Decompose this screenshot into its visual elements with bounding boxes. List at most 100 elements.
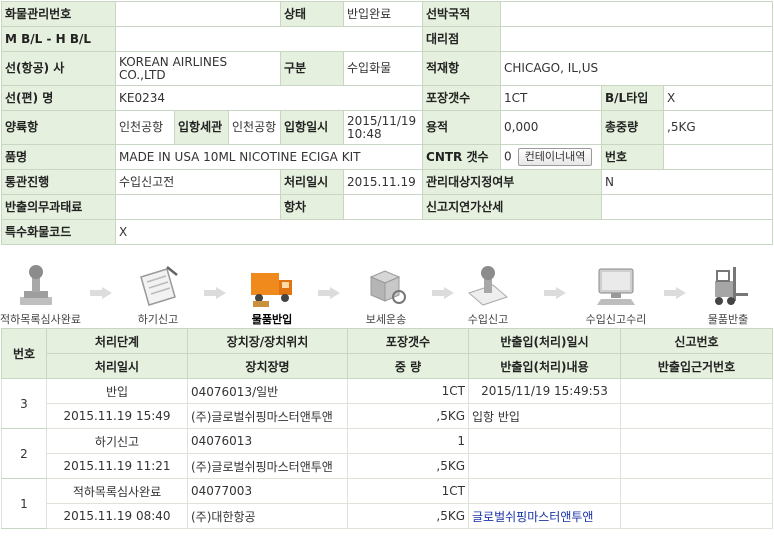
table-row: 2015.11.19 11:21 (주)글로벌쉬핑마스터앤투앤 ,5KG <box>2 453 773 479</box>
truck-icon <box>247 263 297 309</box>
arrow-right-icon <box>432 287 454 299</box>
io-content-link[interactable]: 글로벌쉬핑마스터앤투앤 <box>472 510 593 524</box>
label-export-duty-fine: 반출의무과태료 <box>1 194 116 220</box>
header-pkg: 포장갯수 <box>347 328 469 354</box>
row-pkg: 1 <box>347 428 469 454</box>
table-row: 1 적하목록심사완료 04077003 1CT <box>1 478 773 529</box>
label-special-cargo-code: 특수화물코드 <box>1 219 116 245</box>
label-package-count: 포장갯수 <box>422 85 502 111</box>
row-io-content <box>468 453 621 479</box>
header-io-content: 반출입(처리)내용 <box>468 353 621 379</box>
row-weight: ,5KG <box>347 453 469 479</box>
label-cargo-mgmt-no: 화물관리번호 <box>1 1 116 27</box>
step-import-report: 수입신고 <box>452 263 524 327</box>
arrow-right-icon <box>318 287 340 299</box>
label-agency: 대리점 <box>422 26 502 52</box>
value-mbl-hbl <box>114 26 424 52</box>
step-manifest-review: 적하목록심사완료 <box>0 263 81 327</box>
value-carrier: KOREAN AIRLINES CO.,LTD <box>114 51 282 86</box>
value-clearance-progress: 수입신고전 <box>114 169 282 195</box>
label-total-weight: 총중량 <box>601 110 665 145</box>
row-place-name: (주)글로벌쉬핑마스터앤투앤 <box>187 403 348 429</box>
stamp-icon <box>463 263 513 309</box>
value-item-name: MADE IN USA 10ML NICOTINE ECIGA KIT <box>114 144 424 170</box>
header-process-datetime: 처리일시 <box>46 353 188 379</box>
boxes-icon <box>361 263 411 309</box>
row-no: 1 <box>1 478 47 529</box>
row-no: 2 <box>1 428 47 479</box>
label-process-datetime: 처리일시 <box>280 169 345 195</box>
value-number <box>663 144 774 170</box>
header-place-name: 장치장명 <box>187 353 348 379</box>
label-number: 번호 <box>601 144 665 170</box>
value-special-cargo-code: X <box>114 219 774 245</box>
row-report-no <box>620 478 773 504</box>
row-pkg: 1CT <box>347 378 469 404</box>
value-cargo-mgmt-no <box>114 1 282 27</box>
value-voyage <box>343 194 424 220</box>
arrow-right-icon <box>204 287 226 299</box>
label-entry-customs: 입항세관 <box>174 110 229 145</box>
header-io-datetime: 반출입(처리)일시 <box>468 328 621 354</box>
row-basis-no <box>620 403 773 429</box>
step-bonded-transport: 보세운송 <box>350 263 422 327</box>
row-step: 하기신고 <box>46 428 188 454</box>
label-entry-datetime: 입항일시 <box>280 110 345 145</box>
label-category: 구분 <box>280 51 345 86</box>
arrow-right-icon <box>90 287 112 299</box>
container-details-button[interactable]: 컨테이너내역 <box>517 148 593 166</box>
step-label: 물품반출 <box>707 313 749 326</box>
header-weight: 중 량 <box>347 353 469 379</box>
arrow-right-icon <box>664 287 686 299</box>
row-process-datetime: 2015.11.19 08:40 <box>46 503 188 529</box>
value-volume: 0,000 <box>500 110 603 145</box>
row-io-datetime <box>468 428 621 454</box>
row-place: 04076013/일반 <box>187 378 348 404</box>
step-label: 보세운송 <box>365 313 407 326</box>
value-managed-target: N <box>601 169 774 195</box>
label-late-report-penalty: 신고지연가산세 <box>422 194 603 220</box>
step-label: 하기신고 <box>137 313 179 326</box>
processing-history-table: 번호 처리단계 장치장/장치위치 포장갯수 반출입(처리)일시 신고번호 처리일… <box>1 328 773 529</box>
row-io-content: 입항 반입 <box>468 403 621 429</box>
value-agency <box>500 26 774 52</box>
step-label: 적하목록심사완료 <box>0 313 81 326</box>
table-row: 2 하기신고 04076013 1 <box>1 428 773 479</box>
label-status: 상태 <box>280 1 345 27</box>
step-unloading-report: 하기신고 <box>122 263 194 327</box>
step-label: 수입신고수리 <box>585 313 647 326</box>
process-steps: 적하목록심사완료 하기신고 물품반입 보세운송 수입신고 수입신고수리 물품반출 <box>0 263 774 327</box>
row-weight: ,5KG <box>347 503 469 529</box>
value-total-weight: ,5KG <box>663 110 774 145</box>
value-entry-datetime: 2015/11/19 10:48 <box>343 110 424 145</box>
value-entry-customs: 인천공항 <box>227 110 282 145</box>
stamp-icon <box>11 263 61 309</box>
value-unloading-port: 인천공항 <box>115 110 175 145</box>
value-package-count: 1CT <box>500 85 603 111</box>
row-place-name: (주)대한항공 <box>187 503 348 529</box>
forklift-icon <box>703 263 753 309</box>
step-goods-arrival: 물품반입 <box>236 263 308 327</box>
step-label: 물품반입 <box>251 313 293 326</box>
value-status: 반입완료 <box>343 1 424 27</box>
table-row: 2015.11.19 15:49 (주)글로벌쉬핑마스터앤투앤 ,5KG 입항 … <box>2 403 773 429</box>
step-import-acceptance: 수입신고수리 <box>576 263 656 327</box>
computer-icon <box>591 263 641 309</box>
value-ship-nationality <box>500 1 774 27</box>
step-goods-release: 물품반출 <box>692 263 764 327</box>
row-basis-no <box>620 503 773 529</box>
value-late-report-penalty <box>601 194 774 220</box>
row-step: 적하목록심사완료 <box>46 478 188 504</box>
report-no-value <box>624 381 769 398</box>
value-export-duty-fine <box>114 194 282 220</box>
header-basis-no: 반출입근거번호 <box>620 353 773 379</box>
label-carrier: 선(항공) 사 <box>1 51 116 86</box>
value-flight-name: KE0234 <box>114 85 424 111</box>
label-voyage: 항차 <box>280 194 345 220</box>
table-row: 2015.11.19 08:40 (주)대한항공 ,5KG 글로벌쉬핑마스터앤투… <box>2 503 773 529</box>
row-place: 04077003 <box>187 478 348 504</box>
row-pkg: 1CT <box>347 478 469 504</box>
row-place-name: (주)글로벌쉬핑마스터앤투앤 <box>187 453 348 479</box>
label-managed-target: 관리대상지정여부 <box>422 169 603 195</box>
cargo-info-table: 화물관리번호 상태 반입완료 선박국적 M B/L - H B/L 대리점 선(… <box>1 1 774 245</box>
